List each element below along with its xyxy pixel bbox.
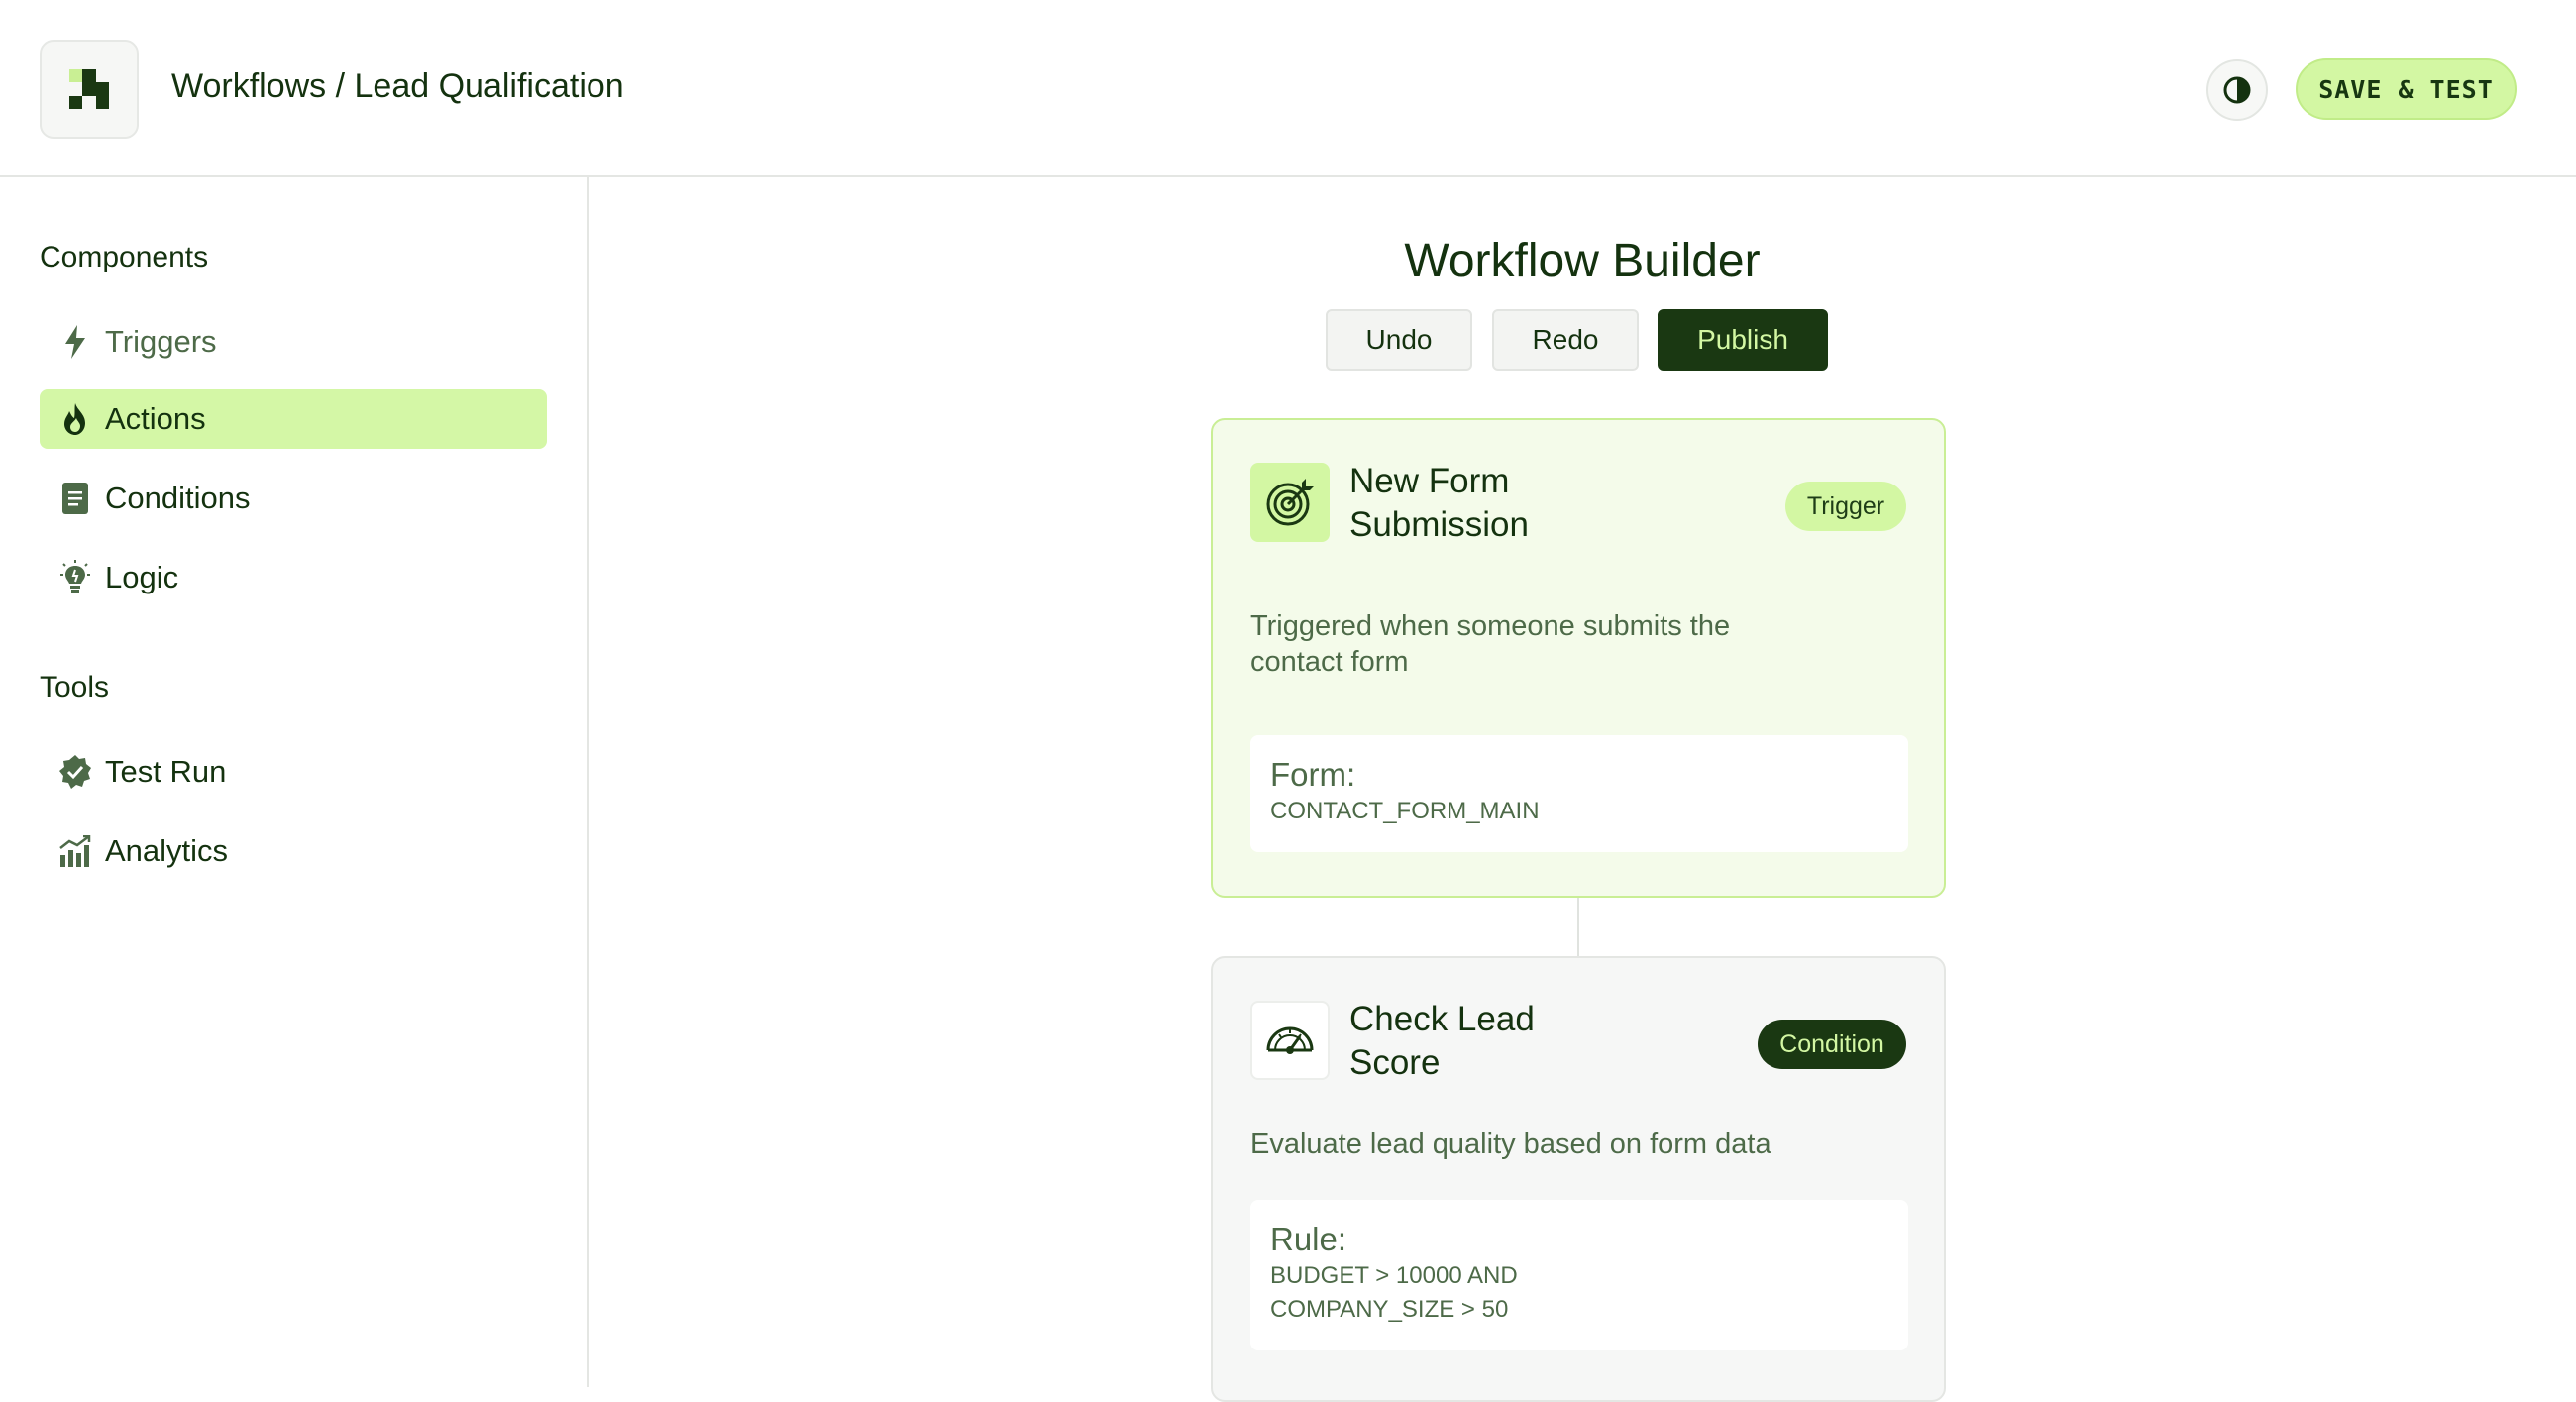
node-description: Evaluate lead quality based on form data [1250,1129,1771,1160]
detail-label: Form: [1270,756,1356,793]
tools-section-title: Tools [40,671,110,703]
top-header: Workflows / Lead Qualification SAVE & TE… [0,0,2576,177]
logo-mark-icon [69,69,109,109]
node-title: Check Lead Score [1349,1000,1535,1082]
node-type-badge: Condition [1758,1020,1906,1069]
sidebar-item-label: Logic [105,560,179,594]
breadcrumb: Workflows / Lead Qualification [171,67,624,105]
sidebar-item-triggers[interactable]: Triggers [40,312,547,372]
sidebar-item-label: Analytics [105,833,229,868]
node-title: New Form Submission [1349,462,1529,544]
detail-value: CONTACT_FORM_MAIN [1270,798,1540,824]
sidebar-item-analytics[interactable]: Analytics [40,821,547,881]
sidebar: Components Triggers Actions Conditions L… [0,177,589,1387]
node-detail-box: Form: CONTACT_FORM_MAIN [1250,735,1908,852]
target-icon [1250,463,1330,542]
redo-button[interactable]: Redo [1492,309,1639,371]
node-description: Triggered when someone submits the conta… [1250,610,1731,678]
node-type-badge: Trigger [1785,482,1906,531]
save-and-test-button[interactable]: SAVE & TEST [2296,58,2517,120]
sidebar-item-logic[interactable]: Logic [40,548,547,607]
lightning-icon [57,324,93,360]
sidebar-item-test-run[interactable]: Test Run [40,742,547,802]
detail-value: BUDGET > 10000 AND COMPANY_SIZE > 50 [1270,1262,1518,1323]
sidebar-item-label: Triggers [105,324,217,359]
sidebar-item-label: Conditions [105,481,251,515]
workflow-node-trigger[interactable]: New Form Submission Trigger Triggered wh… [1211,418,1946,898]
sidebar-item-conditions[interactable]: Conditions [40,469,547,528]
workflow-node-condition[interactable]: Check Lead Score Condition Evaluate lead… [1211,956,1946,1402]
sidebar-item-label: Actions [105,401,206,436]
verified-badge-icon [57,754,93,790]
page-title: Workflow Builder [1404,235,1761,287]
node-detail-box: Rule: BUDGET > 10000 AND COMPANY_SIZE > … [1250,1200,1908,1350]
app-logo[interactable] [40,40,139,139]
sidebar-item-label: Test Run [105,754,227,789]
bar-chart-icon [57,833,93,869]
publish-button[interactable]: Publish [1658,309,1828,371]
gauge-icon [1250,1001,1330,1080]
sidebar-item-actions[interactable]: Actions [40,389,547,449]
node-connector [1577,898,1579,956]
lightbulb-icon [57,560,93,595]
components-section-title: Components [40,241,209,273]
contrast-icon [2223,76,2251,104]
detail-label: Rule: [1270,1221,1347,1257]
flame-icon [57,401,93,437]
undo-button[interactable]: Undo [1326,309,1472,371]
theme-toggle-button[interactable] [2206,59,2268,121]
document-icon [57,481,93,516]
